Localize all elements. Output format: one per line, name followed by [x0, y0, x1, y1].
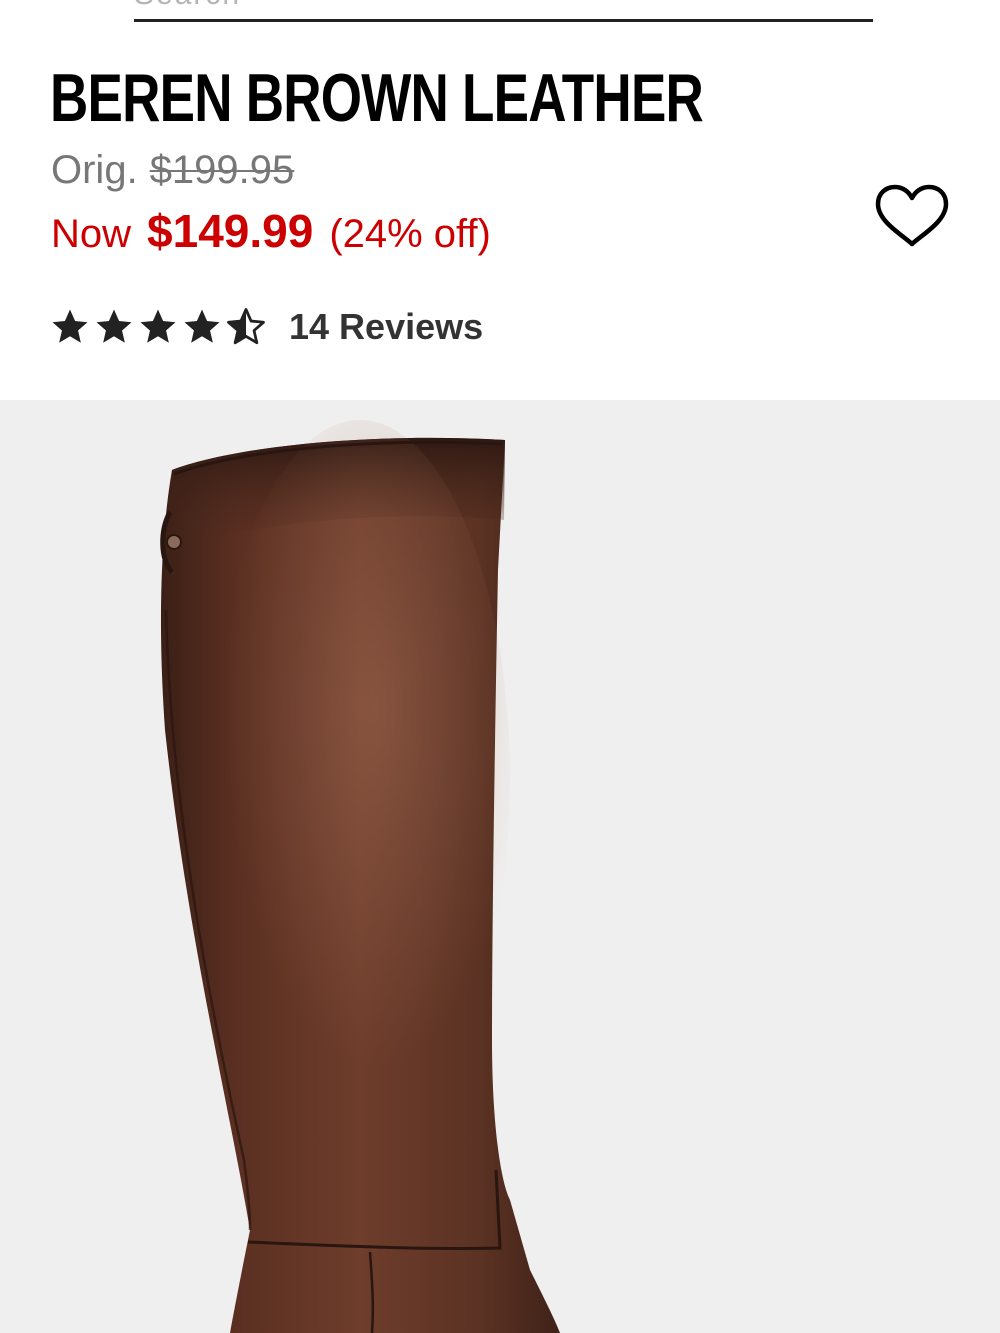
reviews-link[interactable]: 14 Reviews: [289, 306, 483, 348]
search-input[interactable]: [134, 0, 873, 22]
product-image[interactable]: [0, 400, 1000, 1333]
star-icon: [140, 309, 176, 343]
original-price: $199.95: [149, 148, 295, 192]
original-price-row: Orig. $199.95: [51, 146, 294, 194]
heart-outline-icon[interactable]: [874, 184, 950, 250]
sale-price-label: Now: [51, 212, 132, 256]
product-title: BEREN BROWN LEATHER: [50, 60, 704, 136]
boot-image: [160, 420, 561, 1333]
star-icon: [184, 309, 220, 343]
search-bar: [0, 0, 1000, 40]
star-icon: [96, 309, 132, 343]
star-rating: [49, 306, 267, 348]
sale-price: $149.99: [147, 205, 314, 257]
discount-percent: (24% off): [329, 212, 491, 256]
rating-row[interactable]: 14 Reviews: [49, 302, 483, 352]
star-icon: [52, 309, 88, 343]
search-icon[interactable]: [52, 0, 102, 18]
sale-price-row: Now $149.99 (24% off): [51, 206, 491, 259]
original-price-label: Orig.: [51, 148, 138, 192]
half-star-icon: [227, 308, 265, 345]
